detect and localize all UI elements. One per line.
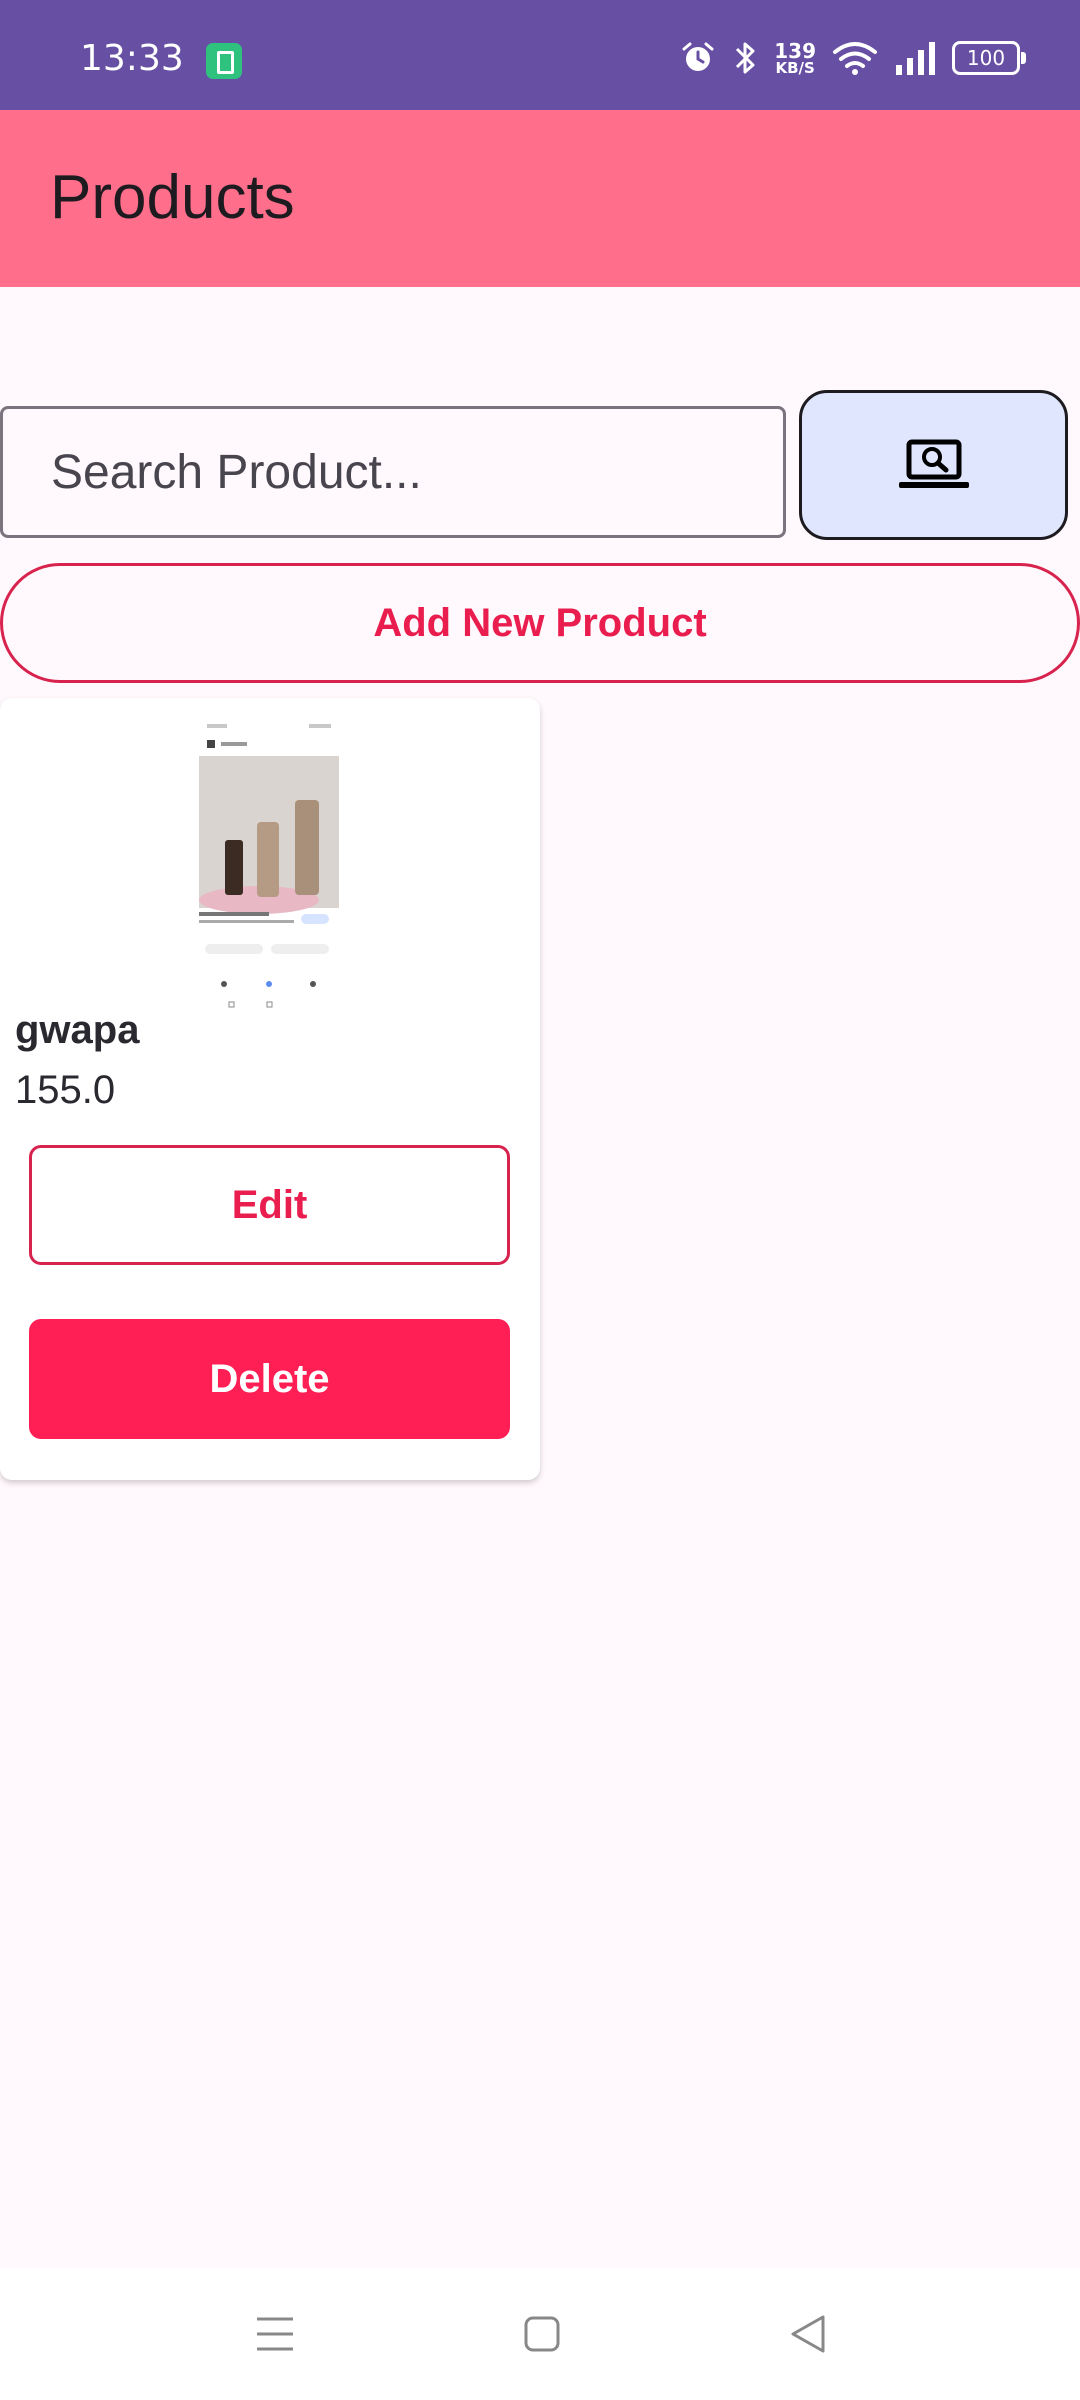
- app-bar: Products: [0, 110, 1080, 287]
- net-speed: 139 KB/S: [774, 41, 816, 76]
- product-image: [199, 710, 339, 1010]
- home-icon: [524, 2316, 560, 2352]
- search-button[interactable]: [799, 390, 1068, 540]
- alarm-icon: [682, 42, 714, 71]
- net-speed-value: 139: [774, 38, 816, 63]
- product-price: 155.0: [15, 1068, 116, 1112]
- back-button[interactable]: [780, 2308, 836, 2360]
- status-icons: 139 KB/S 100: [680, 36, 1026, 80]
- status-bar: 13:33 139 KB/S 100: [0, 0, 1080, 110]
- battery-icon: 100: [952, 41, 1026, 75]
- battery-level: 100: [966, 46, 1006, 70]
- back-icon: [791, 2315, 825, 2353]
- search-input[interactable]: [0, 406, 786, 538]
- menu-icon: [257, 2317, 293, 2351]
- system-nav-bar: [0, 2268, 1080, 2400]
- bluetooth-icon: [736, 42, 755, 74]
- add-new-product-button[interactable]: Add New Product: [0, 563, 1080, 683]
- edit-button[interactable]: Edit: [29, 1145, 510, 1265]
- wifi-icon: [833, 42, 877, 75]
- product-name: gwapa: [15, 1008, 140, 1052]
- battery-saver-icon: [206, 43, 242, 79]
- menu-button[interactable]: [247, 2308, 303, 2360]
- home-button[interactable]: [514, 2308, 570, 2360]
- net-speed-unit: KB/S: [775, 58, 815, 77]
- product-card: gwapa 155.0 Edit Delete: [0, 698, 540, 1480]
- signal-icon: [896, 42, 935, 75]
- product-image-screenshot: [199, 710, 339, 1010]
- laptop-search-icon: [898, 439, 969, 488]
- status-time: 13:33: [80, 38, 184, 79]
- page-title: Products: [50, 163, 295, 232]
- delete-button[interactable]: Delete: [29, 1319, 510, 1439]
